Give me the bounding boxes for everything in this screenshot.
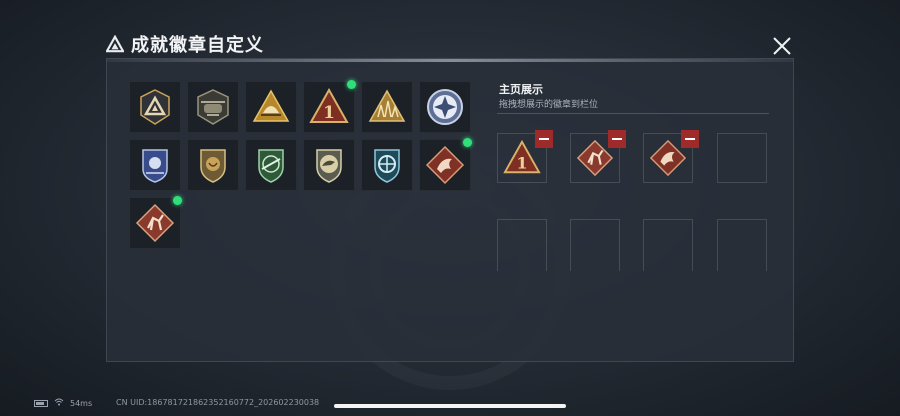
dragon-diamond-badge-icon — [425, 145, 465, 185]
home-indicator[interactable] — [334, 404, 566, 408]
lion-shield-icon — [200, 149, 226, 183]
badge-blue-target-shield[interactable] — [361, 139, 413, 191]
helicopter-badge-icon — [197, 89, 229, 125]
badge-helicopter[interactable] — [187, 81, 239, 133]
remove-minus-icon[interactable] — [681, 130, 699, 148]
display-slot-2[interactable] — [570, 130, 626, 183]
new-indicator — [173, 196, 182, 205]
title-bar: 成就徽章自定义 — [105, 30, 264, 58]
badge-number-one[interactable]: 1 — [303, 80, 356, 133]
badge-grass-triangle[interactable] — [361, 81, 413, 133]
display-slot-3[interactable] — [643, 130, 699, 183]
triangle-emblem-icon — [140, 89, 170, 125]
divider — [497, 113, 769, 114]
helmet-triangle-badge-icon — [252, 89, 290, 122]
badge-helmet-triangle[interactable] — [245, 81, 297, 133]
star-compass-badge-icon — [427, 89, 463, 125]
badge-raptor-shield[interactable] — [303, 139, 355, 191]
badge-climber-diamond[interactable] — [129, 196, 182, 249]
grass-triangle-badge-icon — [368, 89, 406, 122]
display-slot-8[interactable] — [717, 219, 767, 271]
climber-diamond-badge-icon — [135, 203, 175, 243]
display-slot-4[interactable] — [717, 133, 767, 183]
new-indicator — [463, 138, 472, 147]
display-slot-6[interactable] — [570, 219, 620, 271]
badge-star-compass[interactable] — [419, 81, 471, 133]
triangle-logo-icon — [105, 34, 125, 54]
svg-text:1: 1 — [516, 153, 527, 172]
raptor-shield-icon — [316, 149, 342, 183]
page-title: 成就徽章自定义 — [131, 35, 264, 56]
number-one-badge-icon: 1 — [309, 87, 349, 123]
badge-green-rifle-shield[interactable] — [245, 139, 297, 191]
badge-blue-police-shield[interactable] — [129, 139, 181, 191]
blue-police-shield-icon — [142, 149, 168, 183]
remove-minus-icon[interactable] — [535, 130, 553, 148]
new-indicator — [347, 80, 356, 89]
display-slot-7[interactable] — [643, 219, 693, 271]
blue-target-shield-icon — [374, 149, 400, 183]
green-rifle-shield-icon — [258, 149, 284, 183]
battery-icon — [34, 399, 48, 407]
display-section-subtitle: 拖拽想展示的徽章到栏位 — [499, 100, 599, 110]
status-bar: 54ms — [34, 396, 92, 410]
ping-text: 54ms — [70, 398, 93, 408]
display-slot-5[interactable] — [497, 219, 547, 271]
panel-top-highlight — [107, 59, 793, 62]
badge-lion-shield[interactable] — [187, 139, 239, 191]
badge-dragon-diamond[interactable] — [419, 138, 472, 191]
badge-customize-panel: 1 主页展示 拖拽想展示的徽章到栏位 1 — [106, 58, 794, 362]
remove-minus-icon[interactable] — [608, 130, 626, 148]
close-icon[interactable] — [770, 34, 794, 58]
svg-text:1: 1 — [323, 103, 335, 123]
display-slot-1[interactable]: 1 — [497, 130, 553, 183]
wifi-icon — [54, 398, 64, 408]
uid-text: CN UID:18678172186235216077​2_2026022300… — [116, 398, 320, 407]
badge-triangle-emblem[interactable] — [129, 81, 181, 133]
display-section-title: 主页展示 — [499, 83, 543, 96]
